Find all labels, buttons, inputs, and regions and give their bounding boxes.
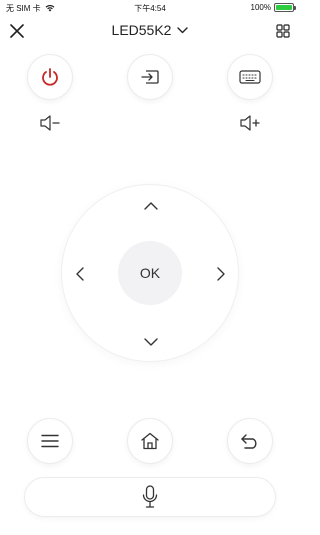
- menu-button[interactable]: [27, 418, 73, 464]
- dpad-down-button[interactable]: [142, 333, 160, 351]
- chevron-left-icon: [76, 267, 84, 281]
- microphone-icon: [142, 485, 158, 508]
- power-icon: [42, 68, 58, 86]
- chevron-down-icon: [177, 26, 189, 33]
- home-button[interactable]: [127, 418, 173, 464]
- battery-icon: [274, 3, 296, 12]
- keyboard-button[interactable]: [227, 54, 273, 100]
- battery-percent: 100%: [250, 3, 271, 12]
- home-icon: [141, 432, 159, 450]
- power-button[interactable]: [27, 54, 73, 100]
- volume-down-button[interactable]: [39, 114, 61, 132]
- chevron-right-icon: [217, 267, 225, 281]
- grid-icon: [276, 24, 290, 38]
- back-icon: [241, 434, 257, 449]
- dpad-right-button[interactable]: [212, 265, 230, 283]
- more-apps-button[interactable]: [274, 22, 292, 40]
- input-source-button[interactable]: [127, 54, 173, 100]
- keyboard-icon: [239, 70, 261, 84]
- nav-bar: LED55K2: [0, 16, 300, 46]
- volume-up-icon: [240, 115, 260, 131]
- status-right: 100%: [250, 3, 296, 12]
- volume-up-button[interactable]: [239, 114, 261, 132]
- chevron-down-icon: [144, 338, 158, 346]
- status-bar: 无 SIM 卡 下午4:54 100%: [0, 0, 300, 16]
- ok-button[interactable]: OK: [118, 241, 182, 305]
- voice-input-button[interactable]: [24, 477, 276, 517]
- dpad-up-button[interactable]: [142, 197, 160, 215]
- chevron-up-icon: [144, 202, 158, 210]
- ok-label: OK: [139, 265, 161, 281]
- device-selector[interactable]: LED55K2: [0, 22, 300, 38]
- direction-pad: OK: [61, 184, 239, 362]
- battery-fill: [276, 5, 292, 10]
- back-button[interactable]: [227, 418, 273, 464]
- input-source-icon: [141, 70, 159, 84]
- menu-icon: [41, 434, 59, 448]
- volume-down-icon: [40, 115, 60, 131]
- dpad-left-button[interactable]: [71, 265, 89, 283]
- page-title: LED55K2: [111, 22, 172, 38]
